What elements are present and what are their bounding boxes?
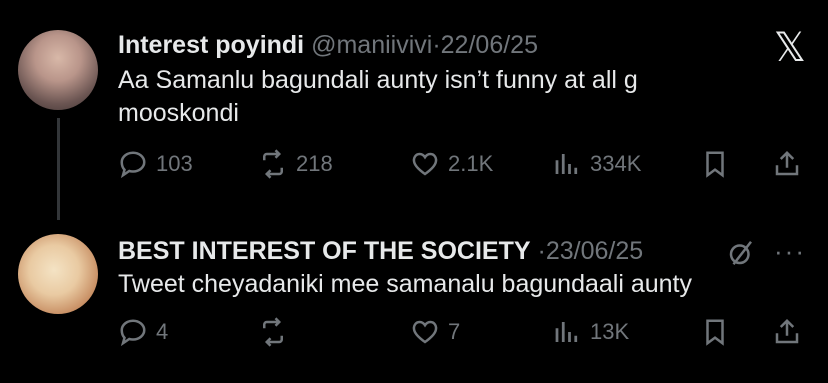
reply-icon	[120, 319, 146, 347]
tweet-1[interactable]: Interest poyindi @maniivivi·22/06/25 𝕏 A…	[0, 0, 828, 220]
x-logo-icon: 𝕏	[773, 26, 806, 70]
share-button[interactable]	[772, 146, 802, 182]
retweet-button[interactable]	[258, 314, 296, 350]
like-icon	[412, 320, 438, 344]
view-count: 334K	[590, 151, 642, 176]
tweet-header: Interest poyindi @maniivivi·22/06/25	[118, 30, 538, 60]
retweet-button[interactable]: 218	[258, 146, 333, 182]
reply-icon	[120, 151, 146, 179]
timestamp[interactable]: 23/06/25	[546, 237, 643, 265]
display-name[interactable]: Interest poyindi	[118, 31, 304, 59]
thread-line	[57, 118, 60, 220]
timestamp[interactable]: 22/06/25	[441, 31, 538, 59]
share-button[interactable]	[772, 314, 802, 350]
reply-button[interactable]: 103	[118, 146, 193, 182]
retweet-icon	[263, 317, 283, 347]
share-icon	[775, 318, 799, 344]
views-icon	[555, 322, 578, 342]
like-icon	[412, 152, 438, 176]
retweet-icon	[263, 149, 283, 179]
bookmark-icon	[706, 319, 724, 346]
views-icon	[555, 154, 578, 174]
tweet-2[interactable]: BEST INTEREST OF THE SOCIETY ·23/06/25 ·…	[0, 222, 828, 383]
like-count: 2.1K	[448, 151, 494, 176]
views-button[interactable]: 13K	[552, 314, 629, 350]
separator: ·	[432, 31, 441, 59]
tweet-text: Aa Samanlu bagundali aunty isn’t funny a…	[118, 66, 638, 127]
like-button[interactable]: 2.1K	[410, 146, 493, 182]
retweet-count: 218	[296, 151, 333, 176]
reply-count: 4	[156, 319, 169, 344]
reply-button[interactable]: 4	[118, 314, 168, 350]
like-button[interactable]: 7	[410, 314, 460, 350]
bookmark-icon	[706, 151, 724, 178]
display-name[interactable]: BEST INTEREST OF THE SOCIETY	[118, 237, 531, 265]
reply-count: 103	[156, 151, 193, 176]
bookmark-button[interactable]	[700, 314, 730, 350]
grok-icon[interactable]	[726, 238, 756, 268]
like-count: 7	[448, 319, 461, 344]
tweet-text: Tweet cheyadaniki mee samanalu bagundaal…	[118, 270, 692, 298]
share-icon	[775, 150, 799, 176]
avatar[interactable]	[18, 234, 98, 314]
views-button[interactable]: 334K	[552, 146, 641, 182]
action-bar: 4 7 13K	[118, 314, 808, 350]
avatar[interactable]	[18, 30, 98, 110]
bookmark-button[interactable]	[700, 146, 730, 182]
tweet-header: BEST INTEREST OF THE SOCIETY ·23/06/25	[118, 236, 643, 266]
view-count: 13K	[590, 319, 630, 344]
handle[interactable]: @maniivivi	[311, 31, 432, 59]
action-bar: 103 218 2.1K 334K	[118, 146, 808, 182]
separator: ·	[537, 237, 546, 265]
more-icon[interactable]: ···	[774, 236, 806, 267]
